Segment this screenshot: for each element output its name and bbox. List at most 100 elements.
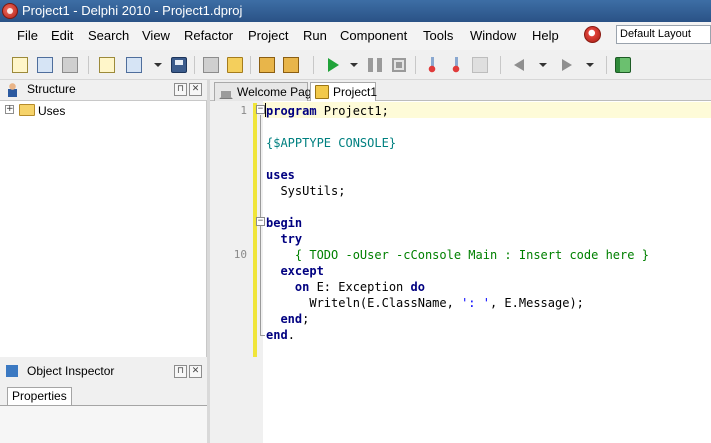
code-token: E: Exception — [309, 280, 411, 294]
code-line: program Project1; — [266, 103, 389, 119]
code-line: {$APPTYPE CONSOLE} — [266, 135, 396, 151]
forward-arrow-icon[interactable] — [562, 59, 572, 71]
code-token: begin — [266, 216, 303, 230]
menu-refactor[interactable]: Refactor — [184, 28, 233, 43]
close-icon[interactable]: ✕ — [189, 83, 202, 96]
tab-project1[interactable]: Project1 — [310, 82, 378, 101]
add-to-project-icon[interactable] — [259, 57, 275, 73]
line-number: 1 — [240, 104, 247, 117]
code-token: Project1; — [316, 104, 389, 118]
new-file-icon[interactable] — [99, 57, 115, 73]
delphi-app-icon[interactable] — [2, 3, 18, 19]
open-file-icon[interactable] — [126, 57, 142, 73]
code-token: Writeln(E.ClassName, — [266, 296, 462, 310]
code-token: try — [280, 232, 303, 246]
menu-file[interactable]: File — [17, 28, 38, 43]
modified-lines-bar — [253, 103, 257, 357]
home-icon — [219, 85, 233, 99]
toolbar-separator — [313, 56, 314, 74]
folder-icon — [19, 104, 35, 116]
toolbar — [0, 50, 711, 80]
code-line: on E: Exception do — [266, 279, 425, 295]
title-bar: Project1 - Delphi 2010 - Project1.dproj — [0, 0, 711, 22]
open-project-icon[interactable] — [37, 57, 53, 73]
tab-welcome-page[interactable]: Welcome Page — [214, 82, 318, 101]
step-over-icon[interactable] — [448, 57, 464, 73]
menu-component[interactable]: Component — [340, 28, 407, 43]
back-dropdown-icon[interactable] — [539, 63, 547, 67]
toolbar-separator — [194, 56, 195, 74]
remove-from-project-icon[interactable] — [283, 57, 299, 73]
menu-edit[interactable]: Edit — [51, 28, 73, 43]
project-file-icon — [315, 85, 329, 99]
open-folder-icon[interactable] — [227, 57, 243, 73]
structure-tree — [0, 100, 207, 357]
code-line: end. — [266, 327, 295, 343]
pin-icon[interactable]: ⊓ — [174, 83, 187, 96]
trace-into-icon[interactable] — [424, 57, 440, 73]
structure-icon — [5, 82, 20, 97]
open-dropdown-icon[interactable] — [154, 63, 162, 67]
toolbar-separator — [250, 56, 251, 74]
code-line: except — [266, 263, 324, 279]
save-all-icon[interactable] — [203, 57, 219, 73]
object-inspector-title: Object Inspector — [27, 364, 115, 378]
editor-tab-strip: Welcome Page Project1 — [210, 80, 711, 101]
run-to-return-icon[interactable] — [472, 57, 488, 73]
code-token: {$APPTYPE CONSOLE} — [266, 136, 397, 150]
help-book-icon[interactable] — [615, 57, 631, 73]
code-token: program — [266, 104, 317, 118]
object-inspector-header: Object Inspector ⊓ ✕ — [0, 362, 207, 382]
line-number: 10 — [233, 248, 247, 261]
window-title: Project1 - Delphi 2010 - Project1.dproj — [22, 3, 243, 18]
menu-tools[interactable]: Tools — [423, 28, 453, 43]
menu-view[interactable]: View — [142, 28, 170, 43]
code-line: uses — [266, 167, 295, 183]
menu-help[interactable]: Help — [532, 28, 559, 43]
code-line: end; — [266, 311, 309, 327]
code-token: SysUtils; — [266, 184, 346, 198]
code-token: ': ' — [461, 296, 490, 310]
fold-end-marker — [260, 335, 265, 336]
code-token: do — [410, 280, 425, 294]
fold-program-icon[interactable]: − — [256, 105, 265, 114]
close-all-icon[interactable] — [62, 57, 78, 73]
pin-icon[interactable]: ⊓ — [174, 365, 187, 378]
code-line: begin — [266, 215, 302, 231]
tree-expand-icon[interactable]: + — [5, 105, 14, 114]
fold-begin-icon[interactable]: − — [256, 217, 265, 226]
code-line: try — [266, 231, 302, 247]
back-arrow-icon[interactable] — [514, 59, 524, 71]
menu-bar: File Edit Search View Refactor Project R… — [0, 22, 711, 50]
new-items-icon[interactable] — [12, 57, 28, 73]
desktop-layout-select[interactable]: Default Layout — [616, 25, 711, 44]
tab-label: Project1 — [333, 85, 378, 99]
code-token: on — [294, 280, 310, 294]
forward-dropdown-icon[interactable] — [586, 63, 594, 67]
object-inspector-icon — [5, 364, 20, 379]
tab-properties[interactable]: Properties — [7, 387, 72, 405]
code-line: { TODO -oUser -cConsole Main : Insert co… — [266, 247, 649, 263]
tree-item-uses[interactable]: Uses — [38, 104, 65, 118]
menu-run[interactable]: Run — [303, 28, 327, 43]
run-dropdown-icon[interactable] — [350, 63, 358, 67]
code-token: , E.Message); — [489, 296, 584, 310]
program-reset-icon[interactable] — [392, 58, 406, 72]
object-inspector-body — [0, 405, 207, 443]
help-lifebuoy-icon[interactable] — [584, 26, 601, 43]
pause-icon[interactable] — [368, 58, 382, 72]
run-icon[interactable] — [328, 58, 339, 72]
code-token: end — [266, 328, 288, 342]
save-icon[interactable] — [171, 57, 187, 73]
structure-panel-header: Structure ⊓ ✕ — [0, 80, 207, 100]
menu-search[interactable]: Search — [88, 28, 129, 43]
code-token: uses — [266, 168, 295, 182]
close-icon[interactable]: ✕ — [189, 365, 202, 378]
code-token: except — [280, 264, 324, 278]
menu-project[interactable]: Project — [248, 28, 288, 43]
toolbar-separator — [500, 56, 501, 74]
menu-window[interactable]: Window — [470, 28, 516, 43]
